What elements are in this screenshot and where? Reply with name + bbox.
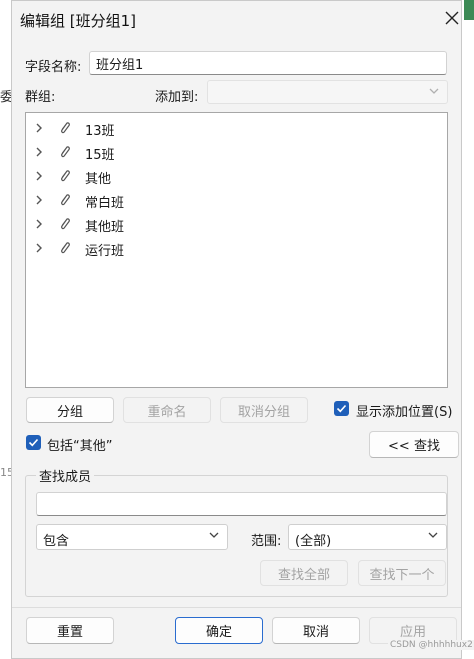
tree-item-label: 13班 <box>85 124 115 139</box>
checkmark-icon <box>28 438 39 447</box>
match-mode-value: 包含 <box>43 534 70 549</box>
paperclip-icon <box>61 218 70 230</box>
chevron-right-icon[interactable] <box>32 240 46 256</box>
tree-item-label: 15班 <box>85 148 115 163</box>
group-label: 群组: <box>25 90 56 105</box>
chevron-right-icon[interactable] <box>32 216 46 232</box>
add-to-select[interactable] <box>207 80 448 104</box>
find-all-button[interactable]: 查找全部 <box>260 560 348 586</box>
edit-group-dialog: 编辑组 [班分组1] 字段名称: 群组: 添加到: 13班 15班其他常白班其他班… <box>11 0 462 659</box>
paperclip-icon <box>61 146 70 158</box>
background-window-right <box>462 0 474 659</box>
dialog-title: 编辑组 [班分组1] <box>20 12 137 30</box>
watermark: CSDN @hhhhhux2 <box>388 640 474 650</box>
range-select[interactable]: (全部) <box>288 524 447 550</box>
tree-item[interactable]: 常白班 <box>26 189 446 211</box>
show-add-location-checkbox[interactable] <box>334 401 349 416</box>
add-to-label: 添加到: <box>155 90 199 105</box>
tree-item[interactable]: 运行班 <box>26 237 446 259</box>
chevron-down-icon <box>428 532 438 538</box>
checkmark-icon <box>336 404 347 413</box>
chevron-down-icon <box>209 532 219 538</box>
ungroup-button[interactable]: 取消分组 <box>220 397 308 423</box>
tree-item[interactable]: 13班 <box>26 117 446 139</box>
match-mode-select[interactable]: 包含 <box>36 524 228 550</box>
footer-divider <box>12 607 461 608</box>
show-add-location-label[interactable]: 显示添加位置(S) <box>356 401 452 420</box>
tree-item-label: 运行班 <box>85 244 125 259</box>
chevron-right-icon[interactable] <box>32 192 46 208</box>
include-other-checkbox[interactable] <box>26 435 41 450</box>
group-button[interactable]: 分组 <box>26 397 114 423</box>
chevron-right-icon[interactable] <box>32 144 46 160</box>
member-search-input[interactable] <box>36 492 447 516</box>
rename-button[interactable]: 重命名 <box>123 397 211 423</box>
range-value: (全部) <box>295 534 332 549</box>
find-next-button[interactable]: 查找下一个 <box>358 560 446 586</box>
reset-button[interactable]: 重置 <box>26 617 114 644</box>
tree-item[interactable]: 其他班 <box>26 213 446 235</box>
background-accent <box>464 0 474 20</box>
paperclip-icon <box>61 122 70 134</box>
range-label: 范围: <box>251 534 282 549</box>
title-bar[interactable]: 编辑组 [班分组1] <box>12 1 461 37</box>
close-icon[interactable] <box>442 6 462 28</box>
field-name-label: 字段名称: <box>25 60 82 75</box>
ok-button[interactable]: 确定 <box>175 617 263 644</box>
group-tree[interactable]: 13班 15班其他常白班其他班运行班 <box>25 112 448 388</box>
chevron-right-icon[interactable] <box>32 168 46 184</box>
tree-item-label: 其他 <box>85 172 112 187</box>
paperclip-icon <box>61 194 70 206</box>
tree-item-label: 其他班 <box>85 220 125 235</box>
paperclip-icon <box>61 242 70 254</box>
find-members-title: 查找成员 <box>36 466 95 485</box>
include-other-label[interactable]: 包括“其他” <box>47 435 112 454</box>
tree-item[interactable]: 15班 <box>26 141 446 163</box>
tree-item-label: 常白班 <box>85 196 125 211</box>
paperclip-icon <box>61 170 70 182</box>
field-name-input[interactable] <box>89 51 447 75</box>
chevron-right-icon[interactable] <box>32 120 46 136</box>
tree-item[interactable]: 其他 <box>26 165 446 187</box>
find-toggle-button[interactable]: << 查找 <box>369 431 459 458</box>
cancel-button[interactable]: 取消 <box>272 617 360 644</box>
chevron-down-icon <box>429 88 439 94</box>
